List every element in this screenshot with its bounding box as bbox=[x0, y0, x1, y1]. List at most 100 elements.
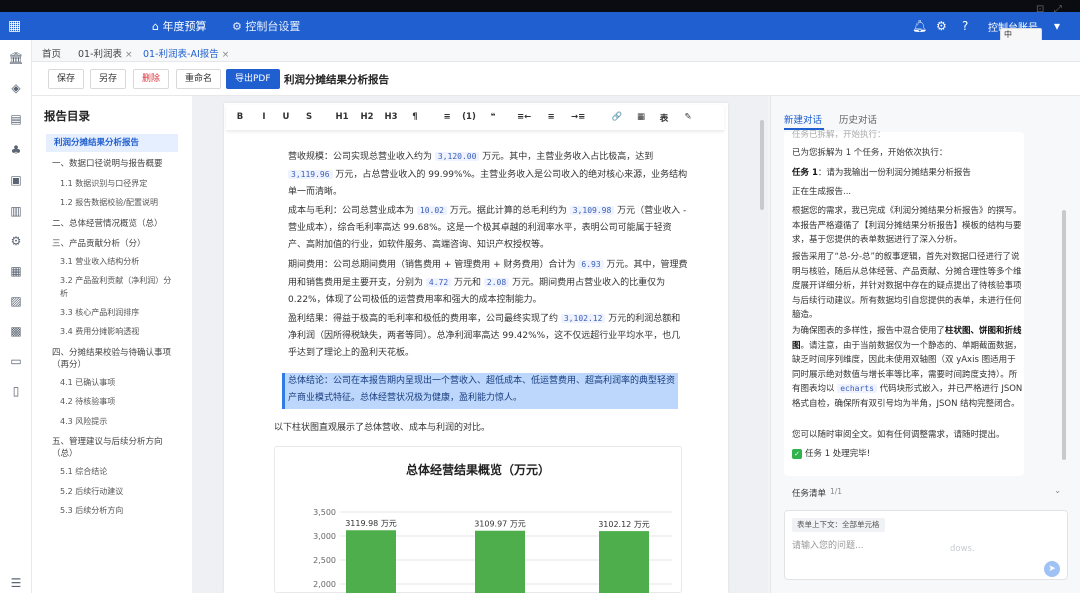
value-tag: 6.93 bbox=[578, 260, 604, 269]
format-button[interactable]: B bbox=[233, 112, 247, 122]
task-list-toggle[interactable]: 任务清单 1/1 ⌄ bbox=[784, 482, 1068, 502]
format-button[interactable]: U bbox=[279, 112, 293, 122]
app-grid-icon[interactable]: ▦ bbox=[8, 18, 24, 34]
outline-item[interactable]: 一、数据口径说明与报告概要 bbox=[52, 157, 212, 169]
value-tag: 10.02 bbox=[416, 206, 447, 215]
outline-item[interactable]: 三、产品贡献分析（分） bbox=[52, 237, 212, 249]
book-icon[interactable]: ▤ bbox=[8, 111, 24, 127]
help-icon[interactable]: ? bbox=[962, 18, 968, 34]
outline-item[interactable]: （再分） bbox=[52, 358, 212, 370]
chat-input[interactable]: 请输入您的问题... bbox=[792, 538, 864, 551]
tab-ai-report[interactable]: 01-利润表-AI报告 × bbox=[143, 46, 229, 60]
outline-item[interactable]: 四、分摊结果校验与待确认事项 bbox=[52, 346, 212, 358]
send-icon: ➤ bbox=[1048, 564, 1056, 574]
paragraph-cost[interactable]: 成本与毛利：公司总营业成本为 10.02 万元。据此计算的总毛利约为 3,109… bbox=[288, 202, 688, 254]
text: 万元，占总营业收入的 99.99%%。主营业务收入是公司收入的绝对核心来源，业务… bbox=[288, 170, 688, 197]
chart-title: 总体经营结果概览（万元） bbox=[406, 462, 550, 477]
outline-item[interactable]: （总） bbox=[52, 447, 212, 459]
paragraph-profit[interactable]: 盈利结果：得益于极高的毛利率和极低的费用率，公司最终实现了约 3,102.12 … bbox=[288, 310, 688, 362]
task-list-count: 1/1 bbox=[830, 487, 843, 496]
nav-tab-budget[interactable]: ⌂ 年度预算 bbox=[152, 18, 206, 34]
share-icon[interactable]: ♣ bbox=[8, 142, 24, 158]
chart-lead-text[interactable]: 以下柱状图直观展示了总体营收、成本与利润的对比。 bbox=[274, 420, 490, 433]
settings-rail-icon[interactable]: ⚙ bbox=[8, 233, 24, 249]
context-chip[interactable]: 表单上下文：全部单元格 bbox=[792, 518, 885, 532]
chat-text: 正在生成报告... bbox=[792, 187, 852, 197]
bank-icon[interactable]: 🏛︎ bbox=[8, 50, 24, 66]
monitor-icon[interactable]: ▭ bbox=[8, 353, 24, 369]
format-button[interactable]: 表 bbox=[657, 112, 671, 124]
document-scrollbar[interactable] bbox=[760, 120, 764, 210]
bell-icon[interactable]: 🔔︎ bbox=[912, 18, 927, 34]
format-button[interactable]: ✎ bbox=[681, 112, 695, 122]
value-tag: 2.08 bbox=[483, 278, 510, 287]
chat-text: 任务已拆解，开始执行： bbox=[792, 130, 886, 140]
value-tag: 3,102.12 bbox=[560, 314, 606, 323]
document-icon[interactable]: ▥ bbox=[8, 203, 24, 219]
outline-item-root[interactable]: 利润分摊结果分析报告 bbox=[46, 134, 178, 152]
window-controls[interactable]: ⊡ ⤢ bbox=[1036, 4, 1062, 15]
chat-text-charts: 为确保图表的多样性，报告中混合使用了柱状图、饼图和折线图。请注意，由于当前数据仅… bbox=[792, 324, 1024, 411]
nav-tab-console[interactable]: ⚙ 控制台设置 bbox=[232, 18, 300, 34]
outline-item[interactable]: 五、管理建议与后续分析方向 bbox=[52, 435, 212, 447]
format-button[interactable]: ▦ bbox=[634, 112, 648, 122]
value-tag: 3,119.96 bbox=[288, 170, 333, 179]
format-button[interactable]: ¶ bbox=[408, 112, 422, 122]
cube-icon[interactable]: ◈ bbox=[8, 80, 24, 96]
format-button[interactable]: →≡ bbox=[571, 112, 585, 122]
text: 期间费用：公司总期间费用（销售费用 + 管理费用 + 财务费用）合计为 bbox=[288, 260, 576, 270]
delete-button[interactable]: 删除 bbox=[133, 69, 170, 89]
format-button[interactable]: H2 bbox=[360, 112, 374, 122]
y-tick-label: 3,500 bbox=[313, 508, 336, 517]
close-icon[interactable]: × bbox=[125, 50, 133, 60]
chat-task-label: 任务 1 bbox=[792, 168, 818, 178]
format-button[interactable]: ≡ bbox=[544, 112, 558, 122]
outline-item[interactable]: 二、总体经营情况概览（总） bbox=[52, 217, 212, 229]
format-button[interactable]: (1) bbox=[462, 112, 476, 122]
export-pdf-button[interactable]: 导出PDF bbox=[226, 69, 280, 89]
save-button[interactable]: 保存 bbox=[48, 69, 85, 89]
highlighted-conclusion[interactable]: 总体结论：公司在本报告期内呈现出一个营收入、超低成本、低运营费用、超高利润率的典… bbox=[282, 373, 678, 409]
format-button[interactable]: I bbox=[257, 112, 271, 122]
text: 营收规模：公司实现总营业收入约为 bbox=[288, 152, 433, 162]
save-as-button[interactable]: 另存 bbox=[90, 69, 127, 89]
format-button[interactable]: ❝ bbox=[486, 112, 500, 122]
top-strip bbox=[0, 0, 1080, 12]
value-tag: 3,120.00 bbox=[434, 152, 480, 161]
format-button[interactable]: S bbox=[302, 112, 316, 122]
bookmark-icon[interactable]: ▯ bbox=[8, 383, 24, 399]
home-icon: ⌂ bbox=[152, 20, 159, 33]
bar-chart: 总体经营结果概览（万元）3,5003,0002,5002,0001,500311… bbox=[313, 462, 672, 593]
gallery-icon[interactable]: ▨ bbox=[8, 293, 24, 309]
tab-home[interactable]: 首页 bbox=[42, 46, 61, 60]
chevron-down-icon: ⌄ bbox=[1054, 486, 1062, 496]
chart-icon[interactable]: ▦ bbox=[8, 263, 24, 279]
image-icon[interactable]: ▣ bbox=[8, 172, 24, 188]
y-tick-label: 2,500 bbox=[313, 556, 336, 565]
format-button[interactable]: H1 bbox=[335, 112, 349, 122]
paragraph-expenses[interactable]: 期间费用：公司总期间费用（销售费用 + 管理费用 + 财务费用）合计为 6.93… bbox=[288, 256, 688, 309]
text: 盈利结果：得益于极高的毛利率和极低的费用率，公司最终实现了约 bbox=[288, 314, 559, 324]
format-button[interactable]: ≡ bbox=[440, 112, 454, 122]
value-tag: 3,109.98 bbox=[569, 206, 615, 215]
text: 万元。据此计算的总毛利约为 bbox=[449, 206, 567, 216]
gear-icon[interactable]: ⚙ bbox=[936, 18, 947, 34]
tab-history[interactable]: 历史对话 bbox=[839, 115, 877, 126]
chat-scrollbar[interactable] bbox=[1062, 210, 1066, 460]
chevron-down-icon[interactable]: ▾ bbox=[1054, 18, 1060, 34]
format-button[interactable]: H3 bbox=[384, 112, 398, 122]
tab-profit-table[interactable]: 01-利润表 × bbox=[78, 46, 133, 60]
format-button[interactable]: ≡← bbox=[517, 112, 531, 122]
rename-button[interactable]: 重命名 bbox=[176, 69, 222, 89]
paragraph-revenue[interactable]: 营收规模：公司实现总营业收入约为 3,120.00 万元。其中，主营业务收入占比… bbox=[288, 148, 688, 201]
task-list-label: 任务清单 bbox=[792, 489, 827, 499]
close-icon[interactable]: × bbox=[222, 50, 230, 60]
send-button[interactable]: ➤ bbox=[1044, 561, 1060, 577]
collapse-menu-icon[interactable]: ☰ bbox=[8, 575, 24, 591]
format-button[interactable]: 🔗 bbox=[610, 112, 624, 122]
bar bbox=[599, 531, 649, 593]
tab-new-chat[interactable]: 新建对话 bbox=[784, 115, 822, 126]
page-title: 利润分摊结果分析报告 bbox=[284, 74, 389, 86]
calendar-icon[interactable]: ▩ bbox=[8, 323, 24, 339]
outline-panel bbox=[32, 96, 192, 593]
